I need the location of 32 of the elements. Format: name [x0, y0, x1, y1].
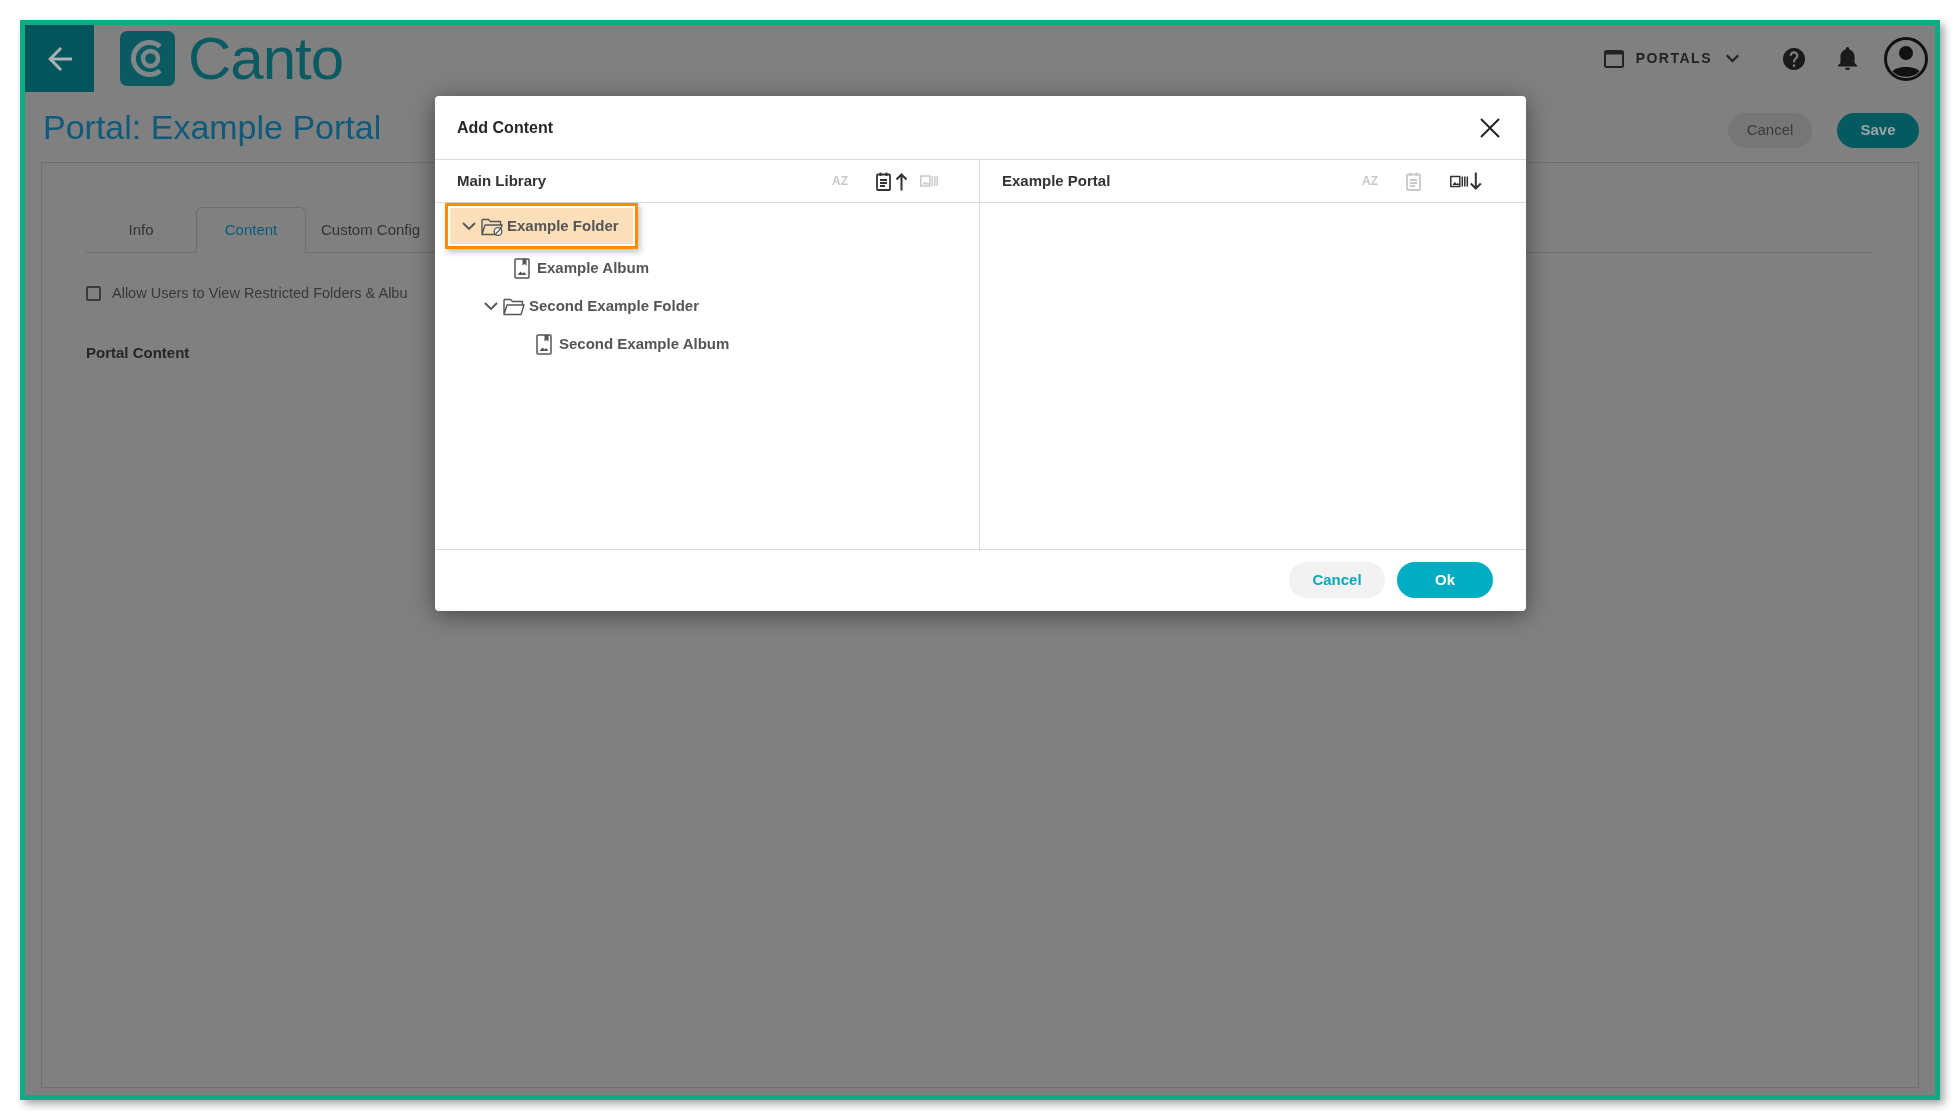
tab[interactable]: Custom Config	[306, 207, 436, 253]
tree-item[interactable]: Example Folder	[445, 203, 638, 249]
panel-title: Example Portal	[1002, 170, 1111, 191]
close-icon	[1480, 117, 1500, 138]
logo-text: Canto	[188, 28, 344, 89]
tree-item[interactable]: Example Album	[445, 249, 668, 287]
tree-item[interactable]: Second Example Folder	[445, 287, 719, 325]
cancel-button[interactable]: Cancel	[1289, 562, 1385, 598]
dialog-title: Add Content	[457, 117, 553, 138]
section-heading: Portal Content	[86, 342, 190, 363]
save-button[interactable]: Save	[1837, 112, 1919, 148]
user-avatar-icon[interactable]	[1884, 36, 1928, 81]
tab[interactable]: Content	[196, 207, 306, 253]
checkbox-label: Allow Users to View Restricted Folders & Albu	[112, 284, 408, 303]
window-icon	[1603, 49, 1624, 68]
tab[interactable]: Info	[86, 207, 196, 253]
panel-title: Main Library	[457, 170, 547, 191]
cancel-button[interactable]: Cancel	[1728, 112, 1812, 148]
logo-icon	[120, 31, 175, 86]
checkbox[interactable]	[86, 286, 101, 302]
portals-menu[interactable]: PORTALS	[1603, 48, 1739, 69]
bell-icon[interactable]	[1838, 47, 1857, 70]
back-button[interactable]	[25, 25, 94, 92]
chevron-down-icon[interactable]	[462, 221, 476, 231]
ok-button[interactable]: Ok	[1397, 562, 1493, 598]
tree-item[interactable]: Second Example Album	[445, 325, 749, 363]
arrow-left-icon	[47, 46, 72, 71]
chevron-down-icon	[1726, 54, 1739, 63]
chevron-down-icon[interactable]	[484, 301, 498, 311]
close-button[interactable]	[1480, 117, 1500, 138]
help-icon[interactable]	[1783, 47, 1805, 70]
page-title: Portal: Example Portal	[43, 110, 382, 144]
